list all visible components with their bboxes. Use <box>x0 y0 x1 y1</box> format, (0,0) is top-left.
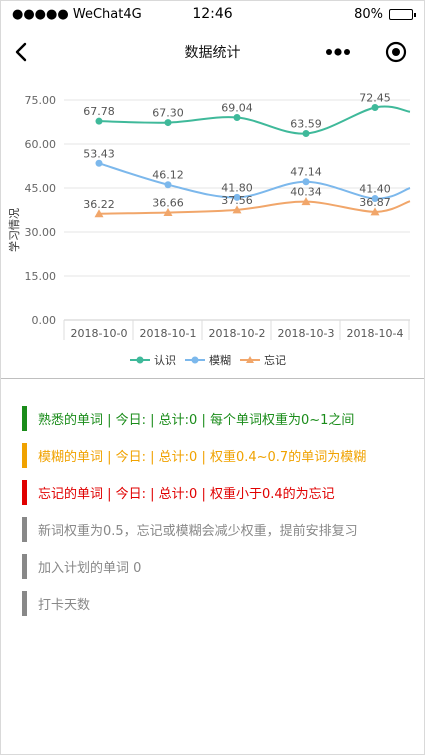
x-tick-label: 2018-10-4 <box>347 327 404 340</box>
note-bar <box>22 516 27 542</box>
data-point <box>164 181 172 189</box>
data-label: 37.56 <box>221 194 253 207</box>
y-axis-label: 学习情况 <box>7 208 21 252</box>
legend-marker <box>136 356 144 364</box>
y-tick-label: 0.00 <box>32 314 57 327</box>
data-label: 67.78 <box>83 105 115 118</box>
status-bar: ●●●●● WeChat4G 12:46 80% <box>0 0 425 30</box>
data-point <box>371 103 379 111</box>
info-checkin: 打卡天数 <box>22 590 417 616</box>
battery-status: 80% <box>354 7 416 22</box>
info-fuzzy: 模糊的单词 | 今日: | 总计:0 | 权重0.4~0.7的单词为模糊 <box>22 442 417 468</box>
data-label: 36.22 <box>83 198 115 211</box>
data-point <box>302 129 310 137</box>
x-tick-label: 2018-10-1 <box>140 327 197 340</box>
note-text: 新词权重为0.5，忘记或模糊会减少权重，提前安排复习 <box>38 523 358 539</box>
info-familiar: 熟悉的单词 | 今日: | 总计:0 | 每个单词权重为0~1之间 <box>22 405 417 431</box>
y-tick-label: 75.00 <box>25 94 57 107</box>
familiar-bar <box>22 405 27 431</box>
info-list: 熟悉的单词 | 今日: | 总计:0 | 每个单词权重为0~1之间 模糊的单词 … <box>22 405 417 627</box>
legend-label: 认识 <box>154 354 176 367</box>
legend-marker <box>191 356 199 364</box>
info-note: 新词权重为0.5，忘记或模糊会减少权重，提前安排复习 <box>22 516 417 542</box>
data-point <box>95 159 103 167</box>
data-label: 40.34 <box>290 186 322 199</box>
data-point <box>95 117 103 125</box>
data-label: 41.80 <box>221 181 253 194</box>
checkin-bar <box>22 590 27 616</box>
y-tick-label: 45.00 <box>25 182 57 195</box>
series-line-认识 <box>98 105 411 135</box>
forgot-bar <box>22 479 27 505</box>
legend-label: 模糊 <box>209 353 231 367</box>
data-label: 63.59 <box>290 117 322 130</box>
plan-text: 加入计划的单词 0 <box>38 560 142 576</box>
data-label: 36.87 <box>359 196 391 209</box>
data-label: 69.04 <box>221 101 253 114</box>
data-label: 53.43 <box>83 147 115 160</box>
data-label: 67.30 <box>152 107 184 120</box>
mini-program-capsule <box>325 38 407 66</box>
x-tick-label: 2018-10-3 <box>278 327 335 340</box>
data-label: 46.12 <box>152 169 184 182</box>
checkin-text: 打卡天数 <box>38 597 91 613</box>
section-divider <box>0 378 425 379</box>
data-label: 36.66 <box>152 196 184 209</box>
info-forgot: 忘记的单词 | 今日: | 总计:0 | 权重小于0.4的为忘记 <box>22 479 417 505</box>
data-point <box>164 119 172 127</box>
familiar-text: 熟悉的单词 | 今日: | 总计:0 | 每个单词权重为0~1之间 <box>38 412 355 428</box>
data-point <box>302 178 310 186</box>
fuzzy-text: 模糊的单词 | 今日: | 总计:0 | 权重0.4~0.7的单词为模糊 <box>38 449 367 465</box>
y-tick-label: 60.00 <box>25 138 57 151</box>
line-chart: 0.00 15.00 30.00 45.00 60.00 75.00 学习情况 2018-10… <box>0 80 425 378</box>
target-circle-icon[interactable] <box>385 41 407 63</box>
more-dots-icon[interactable] <box>325 47 351 57</box>
y-tick-label: 30.00 <box>25 226 57 239</box>
legend-label: 忘记 <box>264 353 286 367</box>
chart-svg: 0.00 15.00 30.00 45.00 60.00 75.00 学习情况 2018-10… <box>7 91 411 367</box>
plan-bar <box>22 553 27 579</box>
y-tick-label: 15.00 <box>25 270 57 283</box>
battery-percent: 80% <box>354 7 383 22</box>
nav-bar: 数据统计 <box>0 30 425 74</box>
fuzzy-bar <box>22 442 27 468</box>
data-label: 47.14 <box>290 166 322 179</box>
info-plan: 加入计划的单词 0 <box>22 553 417 579</box>
data-label: 41.40 <box>359 183 391 196</box>
data-point <box>233 113 241 121</box>
x-tick-label: 2018-10-0 <box>71 327 128 340</box>
x-tick-label: 2018-10-2 <box>209 327 266 340</box>
data-label: 72.45 <box>359 91 391 104</box>
forgot-text: 忘记的单词 | 今日: | 总计:0 | 权重小于0.4的为忘记 <box>38 486 335 502</box>
battery-icon <box>389 9 416 20</box>
